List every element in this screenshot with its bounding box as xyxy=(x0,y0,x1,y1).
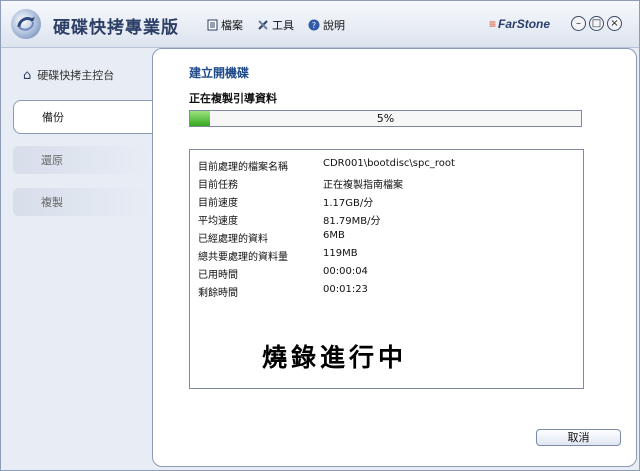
detail-row: 剩餘時間 00:01:23 xyxy=(198,284,563,302)
sidebar-item-restore[interactable]: 還原 xyxy=(13,146,153,174)
detail-row: 目前任務 正在複製指南檔案 xyxy=(198,176,563,194)
sidebar-item-backup[interactable]: 備份 xyxy=(13,100,154,134)
help-icon: ? xyxy=(308,19,320,31)
file-icon xyxy=(206,19,218,31)
menu-tools[interactable]: 工具 xyxy=(257,17,294,33)
detail-label: 平均速度 xyxy=(198,216,238,227)
sidebar-item-label: 還原 xyxy=(41,154,63,167)
sidebar-item-copy[interactable]: 複製 xyxy=(13,188,153,216)
progress-label: 5% xyxy=(376,112,395,125)
detail-value: 1.17GB/分 xyxy=(323,198,374,209)
brand-name: FarStone xyxy=(498,17,551,31)
cancel-button[interactable]: 取消 xyxy=(536,429,621,446)
close-button[interactable]: × xyxy=(607,16,622,31)
detail-value: 00:00:04 xyxy=(323,266,368,277)
page-title: 建立開機碟 xyxy=(189,66,250,80)
detail-label: 目前任務 xyxy=(198,180,238,191)
detail-row: 平均速度 81.79MB/分 xyxy=(198,212,563,230)
detail-label: 已用時間 xyxy=(198,270,238,281)
detail-row: 目前處理的檔案名稱 CDR001\bootdisc\spc_root xyxy=(198,158,563,176)
detail-label: 已經處理的資料 xyxy=(198,234,268,245)
menu-bar: 檔案 工具 ? 說明 xyxy=(206,17,345,33)
detail-label: 目前速度 xyxy=(198,198,238,209)
main-panel: 建立開機碟 正在複製引導資料 5% 目前處理的檔案名稱 CDR001\bootd… xyxy=(152,48,637,467)
details-box: 目前處理的檔案名稱 CDR001\bootdisc\spc_root 目前任務 … xyxy=(189,149,584,389)
detail-row: 目前速度 1.17GB/分 xyxy=(198,194,563,212)
detail-value: 正在複製指南檔案 xyxy=(323,180,403,191)
app-logo-icon xyxy=(11,9,41,39)
menu-file[interactable]: 檔案 xyxy=(206,17,243,33)
title-bar: 硬碟快拷專業版 檔案 工具 ? 說明 ≡ FarStone – □ × xyxy=(1,1,639,48)
detail-label: 剩餘時間 xyxy=(198,288,238,299)
detail-label: 總共要處理的資料量 xyxy=(198,252,288,263)
detail-value: 00:01:23 xyxy=(323,284,368,295)
burning-overlay-text: 燒錄進行中 xyxy=(262,343,408,372)
progress-bar: 5% xyxy=(189,110,582,127)
sidebar-item-home[interactable]: ⌂ 硬碟快拷主控台 xyxy=(13,58,153,92)
menu-file-label: 檔案 xyxy=(221,19,243,32)
brand-swoosh-icon: ≡ xyxy=(489,17,497,31)
app-window: 硬碟快拷專業版 檔案 工具 ? 說明 ≡ FarStone – □ × ⌂ 硬碟… xyxy=(0,0,640,471)
sidebar-item-label: 複製 xyxy=(41,196,63,209)
brand-logo: ≡ FarStone xyxy=(489,17,550,31)
menu-tools-label: 工具 xyxy=(272,19,294,32)
sidebar: ⌂ 硬碟快拷主控台 備份 還原 複製 xyxy=(1,48,154,471)
app-title: 硬碟快拷專業版 xyxy=(53,18,179,38)
detail-row: 總共要處理的資料量 119MB xyxy=(198,248,563,266)
menu-help[interactable]: ? 說明 xyxy=(308,17,345,33)
detail-row: 已用時間 00:00:04 xyxy=(198,266,563,284)
tools-icon xyxy=(257,19,269,31)
sidebar-home-label: 硬碟快拷主控台 xyxy=(37,69,115,82)
svg-text:?: ? xyxy=(312,21,316,30)
window-controls: – □ × xyxy=(571,16,622,31)
menu-help-label: 說明 xyxy=(323,19,345,32)
detail-value: 119MB xyxy=(323,248,358,259)
home-icon: ⌂ xyxy=(23,67,32,83)
detail-label: 目前處理的檔案名稱 xyxy=(198,162,288,173)
minimize-button[interactable]: – xyxy=(571,16,586,31)
detail-row: 已經處理的資料 6MB xyxy=(198,230,563,248)
detail-value: 6MB xyxy=(323,230,345,241)
sidebar-item-label: 備份 xyxy=(42,111,64,124)
detail-value: 81.79MB/分 xyxy=(323,216,381,227)
maximize-button[interactable]: □ xyxy=(589,16,604,31)
status-text: 正在複製引導資料 xyxy=(189,92,277,105)
detail-value: CDR001\bootdisc\spc_root xyxy=(323,158,455,169)
